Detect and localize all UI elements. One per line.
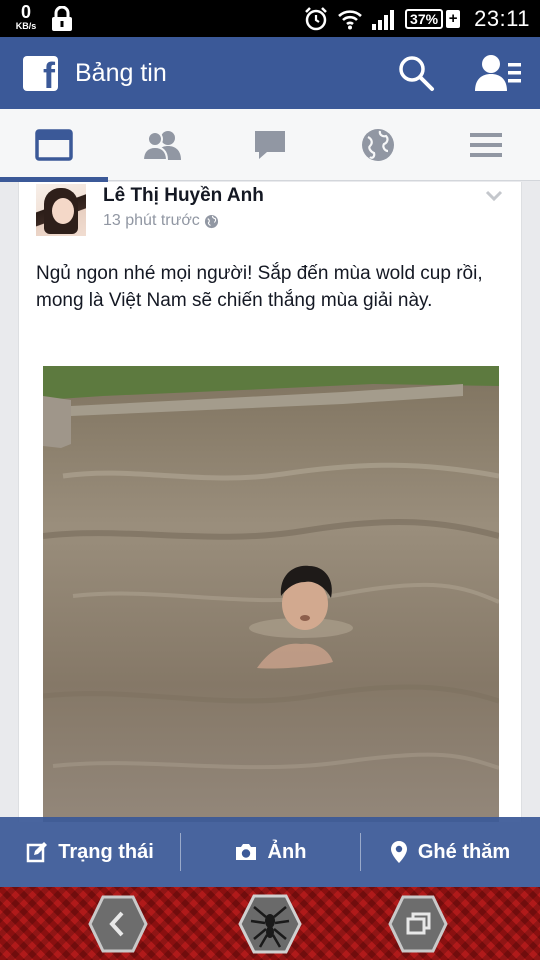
charging-icon: + xyxy=(446,9,461,28)
battery-indicator: 37% + xyxy=(405,8,461,29)
top-bar: f Bảng tin xyxy=(0,37,540,109)
status-bar: 0 KB/s 37% + 23:11 xyxy=(0,0,540,37)
tab-messages[interactable] xyxy=(216,109,324,181)
messages-icon xyxy=(255,131,285,159)
screen: 0 KB/s 37% + 23:11 f Bảng tin Lê Thị Huy… xyxy=(0,0,540,960)
post-author[interactable]: Lê Thị Huyền Anh xyxy=(103,185,264,207)
news-feed-icon xyxy=(35,129,73,161)
tab-menu[interactable] xyxy=(432,109,540,181)
facebook-logo-icon[interactable]: f xyxy=(23,56,58,91)
recent-apps-icon[interactable] xyxy=(388,893,448,955)
notifications-globe-icon xyxy=(362,129,394,161)
battery-level: 37% xyxy=(405,8,444,29)
location-pin-icon xyxy=(390,841,407,863)
tab-friends[interactable] xyxy=(108,109,216,181)
post-text: Ngủ ngon nhé mọi người! Sắp đến mùa wold… xyxy=(36,263,483,311)
photo-label: Ảnh xyxy=(267,840,307,863)
edit-status-icon xyxy=(26,842,48,863)
tab-notifications[interactable] xyxy=(324,109,432,181)
page-title: Bảng tin xyxy=(75,59,167,87)
globe-icon xyxy=(204,214,218,228)
post-time[interactable]: 13 phút trước xyxy=(103,212,200,230)
post-card: Lê Thị Huyền Anh 13 phút trước Ngủ ngon … xyxy=(18,182,522,822)
status-right: 37% + 23:11 xyxy=(303,0,530,37)
status-label: Trạng thái xyxy=(58,840,154,863)
lock-icon xyxy=(52,6,72,31)
wifi-icon xyxy=(338,9,362,29)
friend-requests-icon[interactable] xyxy=(474,53,522,93)
chevron-down-icon[interactable] xyxy=(485,190,503,202)
network-speed-unit: KB/s xyxy=(15,21,37,31)
checkin-button[interactable]: Ghé thăm xyxy=(360,817,540,887)
status-button[interactable]: Trạng thái xyxy=(0,817,180,887)
network-speed-value: 0 xyxy=(20,2,31,22)
search-icon[interactable] xyxy=(397,54,435,92)
photo-button[interactable]: Ảnh xyxy=(180,817,360,887)
post-meta: 13 phút trước xyxy=(103,212,219,230)
signal-icon xyxy=(372,9,395,30)
checkin-label: Ghé thăm xyxy=(417,840,511,863)
clock: 23:11 xyxy=(474,5,530,31)
camera-icon xyxy=(235,844,256,860)
composer-action-bar: Trạng thái Ảnh Ghé thăm xyxy=(0,817,540,887)
friends-icon xyxy=(142,131,181,161)
network-speed: 0 KB/s xyxy=(10,3,42,31)
alarm-clock-icon xyxy=(305,6,327,30)
post-photo[interactable] xyxy=(43,366,499,822)
menu-icon xyxy=(470,133,502,157)
android-nav-bar xyxy=(0,887,540,960)
back-icon[interactable] xyxy=(88,893,148,955)
tab-news-feed[interactable] xyxy=(0,109,108,182)
avatar[interactable] xyxy=(36,184,86,236)
nav-tabs xyxy=(0,109,540,182)
home-spider-icon[interactable] xyxy=(238,893,302,955)
